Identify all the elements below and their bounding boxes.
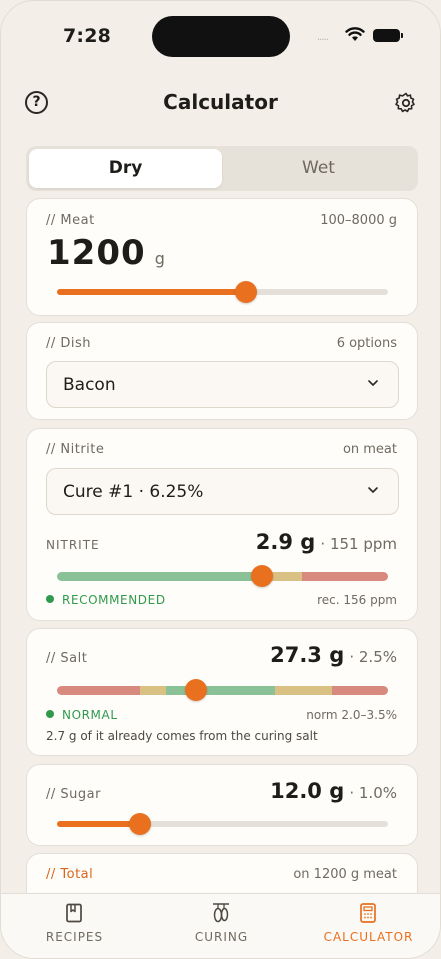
meat-label: // Meat [46, 213, 95, 228]
tab-dry[interactable]: Dry [29, 149, 222, 188]
salt-status-text: NORMAL [62, 708, 118, 722]
dish-card: // Dish 6 options Bacon [26, 322, 418, 420]
page-title: Calculator [163, 90, 278, 114]
nitrite-ppm: · 151 ppm [320, 535, 397, 553]
chevron-down-icon [368, 487, 378, 493]
dynamic-island [152, 16, 290, 57]
sugar-slider-fill [57, 821, 140, 827]
salt-norm: norm 2.0–3.5% [306, 708, 397, 722]
tab-calculator-label: CALCULATOR [323, 930, 414, 944]
tab-recipes[interactable]: RECIPES [1, 894, 148, 958]
meat-range: 100–8000 g [320, 213, 397, 228]
meat-slider[interactable] [57, 281, 388, 303]
salt-marker [185, 679, 208, 701]
nitrite-status: RECOMMENDED [46, 593, 166, 607]
cure-selected-value: Cure #1 · 6.25% [63, 482, 204, 502]
salt-pct: · 2.5% [349, 648, 397, 666]
status-dot [46, 595, 54, 603]
salt-grams: 27.3 g [270, 643, 345, 667]
meat-card: // Meat 100–8000 g 1200 g [26, 198, 418, 316]
signal-icon: ..... [317, 32, 329, 43]
tab-curing[interactable]: CURING [148, 894, 295, 958]
meat-unit: g [154, 249, 165, 268]
dish-label: // Dish [46, 336, 92, 351]
chevron-down-icon [368, 380, 378, 386]
salt-label: // Salt [46, 651, 88, 666]
nitrite-card: // Nitrite on meat Cure #1 · 6.25% NITRI… [26, 428, 418, 621]
sugar-label: // Sugar [46, 787, 101, 802]
salt-status: NORMAL [46, 708, 118, 722]
tab-calculator[interactable]: CALCULATOR [295, 894, 440, 958]
nitrite-marker [251, 565, 274, 587]
hanging-meat-icon [213, 903, 229, 923]
status-bar: 7:28 ..... [1, 1, 440, 71]
nitrite-rec: rec. 156 ppm [317, 593, 397, 607]
total-label: // Total [46, 867, 94, 882]
nitrite-grams: 2.9 g [255, 530, 316, 554]
salt-card: // Salt 27.3 g · 2.5% NORMAL norm 2.0–3.… [26, 628, 418, 756]
sugar-slider-thumb[interactable] [128, 813, 151, 835]
dish-count: 6 options [336, 336, 397, 351]
cure-select[interactable]: Cure #1 · 6.25% [46, 468, 399, 515]
tab-recipes-label: RECIPES [45, 930, 104, 944]
status-time: 7:28 [63, 25, 112, 47]
battery-icon [373, 29, 403, 42]
salt-marker-wrap [57, 679, 388, 701]
sugar-grams: 12.0 g [270, 779, 345, 803]
nitrite-metric-label: NITRITE [46, 538, 100, 552]
sugar-pct: · 1.0% [349, 784, 397, 802]
sugar-card: // Sugar 12.0 g · 1.0% [26, 764, 418, 846]
meat-value: 1200 [47, 233, 146, 273]
calculator-icon [360, 903, 376, 923]
nav-header: ? Calculator [1, 85, 440, 121]
nitrite-result: 2.9 g · 151 ppm [256, 530, 397, 554]
meat-slider-thumb[interactable] [234, 281, 257, 303]
salt-note: 2.7 g of it already comes from the curin… [46, 729, 318, 743]
nitrite-basis: on meat [342, 442, 397, 457]
mode-segmented-control: Dry Wet [26, 146, 418, 191]
meat-value-row: 1200 g [47, 233, 165, 273]
wifi-icon [345, 27, 365, 41]
nitrite-status-text: RECOMMENDED [62, 593, 166, 607]
nitrite-label: // Nitrite [46, 442, 105, 457]
sugar-slider[interactable] [57, 813, 388, 835]
dish-select[interactable]: Bacon [46, 361, 399, 408]
sugar-result: 12.0 g · 1.0% [270, 779, 397, 803]
status-dot [46, 710, 54, 718]
nitrite-marker-wrap [57, 565, 388, 587]
book-icon [66, 903, 82, 923]
tab-wet[interactable]: Wet [222, 149, 415, 188]
gear-icon[interactable] [394, 91, 418, 115]
bottom-tab-bar: RECIPES CURING CALCULATOR [1, 893, 440, 958]
salt-result: 27.3 g · 2.5% [270, 643, 397, 667]
phone-screen: 7:28 ..... ? Calculator Dry Wet // Meat … [0, 0, 441, 959]
meat-slider-fill [57, 289, 246, 295]
dish-selected-value: Bacon [63, 375, 116, 395]
tab-curing-label: CURING [194, 930, 249, 944]
total-basis: on 1200 g meat [293, 867, 397, 882]
